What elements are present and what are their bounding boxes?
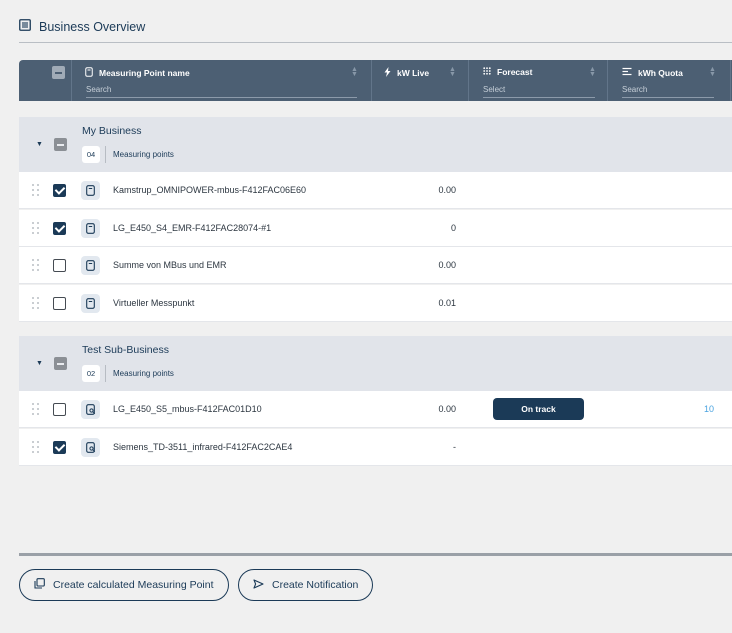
column-label: kWh Quota — [638, 67, 683, 78]
group-name: Test Sub-Business — [82, 344, 169, 356]
kw-live-value: 0.01 — [438, 298, 456, 308]
forecast-status-badge[interactable]: On track — [493, 398, 584, 420]
table-row[interactable]: Summe von MBus und EMR 0.00 — [19, 247, 732, 284]
input-underline — [86, 97, 357, 98]
divider — [105, 365, 106, 382]
divider — [105, 146, 106, 163]
group-checkbox[interactable] — [54, 357, 67, 370]
copy-icon — [34, 578, 45, 592]
group-row: ▼ Test Sub-Business 02 Measuring points — [19, 336, 732, 391]
count-badge: 02 — [82, 365, 100, 382]
sort-icon[interactable]: ▲ ▼ — [709, 66, 716, 78]
column-kwh-quota[interactable]: kWh Quota ▲ ▼ Search — [608, 60, 731, 101]
table-row[interactable]: Siemens_TD-3511_infrared-F412FAC2CAE4 - — [19, 429, 732, 466]
row-checkbox[interactable] — [53, 297, 66, 310]
divider — [19, 42, 732, 43]
drag-handle-icon[interactable] — [32, 259, 40, 271]
kw-live-value: 0.00 — [438, 185, 456, 195]
row-checkbox[interactable] — [53, 403, 66, 416]
grid-dots-icon — [483, 67, 491, 77]
select-all-checkbox[interactable] — [52, 66, 65, 79]
create-calculated-measuring-point-button[interactable]: Create calculated Measuring Point — [19, 569, 229, 601]
row-checkbox[interactable] — [53, 441, 66, 454]
kw-live-value: 0.00 — [438, 404, 456, 414]
measuring-point-name[interactable]: Summe von MBus und EMR — [113, 260, 227, 270]
table-row[interactable]: Virtueller Messpunkt 0.01 — [19, 285, 732, 322]
measuring-point-name[interactable]: LG_E450_S4_EMR-F412FAC28074-#1 — [113, 223, 271, 233]
name-search-input[interactable]: Search — [86, 85, 111, 94]
column-label: Measuring Point name — [99, 68, 190, 78]
page-header: Business Overview — [19, 17, 145, 37]
kwh-quota-value[interactable]: 10 — [679, 404, 714, 414]
kw-live-value: 0.00 — [438, 260, 456, 270]
measuring-point-name[interactable]: Siemens_TD-3511_infrared-F412FAC2CAE4 — [113, 442, 292, 452]
kw-live-value: - — [453, 442, 456, 452]
button-label: Create calculated Measuring Point — [53, 579, 214, 591]
column-label: kW Live — [397, 68, 430, 78]
meter-icon — [81, 219, 100, 238]
group-checkbox[interactable] — [54, 138, 67, 151]
column-label: Forecast — [497, 67, 533, 77]
meter-icon — [81, 294, 100, 313]
lightning-icon — [384, 67, 391, 79]
button-label: Create Notification — [272, 579, 359, 591]
count-label: Measuring points — [113, 150, 174, 159]
meter-search-icon — [81, 438, 100, 457]
count-label: Measuring points — [113, 369, 174, 378]
table-row[interactable]: LG_E450_S5_mbus-F412FAC01D10 0.00 On tra… — [19, 391, 732, 428]
group-row: ▼ My Business 04 Measuring points — [19, 117, 732, 172]
meter-icon — [81, 181, 100, 200]
create-notification-button[interactable]: Create Notification — [238, 569, 373, 601]
table-row[interactable]: LG_E450_S4_EMR-F412FAC28074-#1 0 — [19, 210, 732, 247]
meter-icon — [85, 67, 93, 79]
group-name: My Business — [82, 125, 142, 137]
measuring-point-name[interactable]: LG_E450_S5_mbus-F412FAC01D10 — [113, 404, 262, 414]
meter-icon — [81, 256, 100, 275]
select-all-column — [19, 60, 72, 101]
quota-icon — [622, 67, 632, 78]
sort-icon[interactable]: ▲ ▼ — [351, 66, 358, 78]
page-title: Business Overview — [39, 20, 146, 34]
forecast-select[interactable]: Select — [483, 85, 505, 94]
drag-handle-icon[interactable] — [32, 441, 40, 453]
column-forecast[interactable]: Forecast ▲ ▼ Select — [469, 60, 608, 101]
meter-search-icon — [81, 400, 100, 419]
drag-handle-icon[interactable] — [32, 297, 40, 309]
table-row[interactable]: Kamstrup_OMNIPOWER-mbus-F412FAC06E60 0.0… — [19, 172, 732, 209]
row-checkbox[interactable] — [53, 259, 66, 272]
column-kw-live[interactable]: kW Live ▲ ▼ — [372, 60, 469, 101]
column-measuring-point-name[interactable]: Measuring Point name ▲ ▼ Search — [72, 60, 372, 101]
input-underline — [622, 97, 714, 98]
row-checkbox[interactable] — [53, 222, 66, 235]
row-checkbox[interactable] — [53, 184, 66, 197]
divider — [19, 553, 732, 556]
drag-handle-icon[interactable] — [32, 184, 40, 196]
sort-icon[interactable]: ▲ ▼ — [449, 66, 456, 78]
drag-handle-icon[interactable] — [32, 222, 40, 234]
drag-handle-icon[interactable] — [32, 403, 40, 415]
send-icon — [253, 578, 264, 592]
quota-search-input[interactable]: Search — [622, 85, 647, 94]
kw-live-value: 0 — [450, 223, 456, 233]
sort-icon[interactable]: ▲ ▼ — [589, 66, 596, 78]
table-header: Measuring Point name ▲ ▼ Search kW Live ▲… — [19, 60, 732, 101]
count-badge: 04 — [82, 146, 100, 163]
collapse-caret-icon[interactable]: ▼ — [36, 141, 43, 148]
measuring-point-name[interactable]: Virtueller Messpunkt — [113, 298, 194, 308]
list-icon — [19, 18, 31, 36]
measuring-point-name[interactable]: Kamstrup_OMNIPOWER-mbus-F412FAC06E60 — [113, 185, 306, 195]
input-underline — [483, 97, 595, 98]
collapse-caret-icon[interactable]: ▼ — [36, 360, 43, 367]
